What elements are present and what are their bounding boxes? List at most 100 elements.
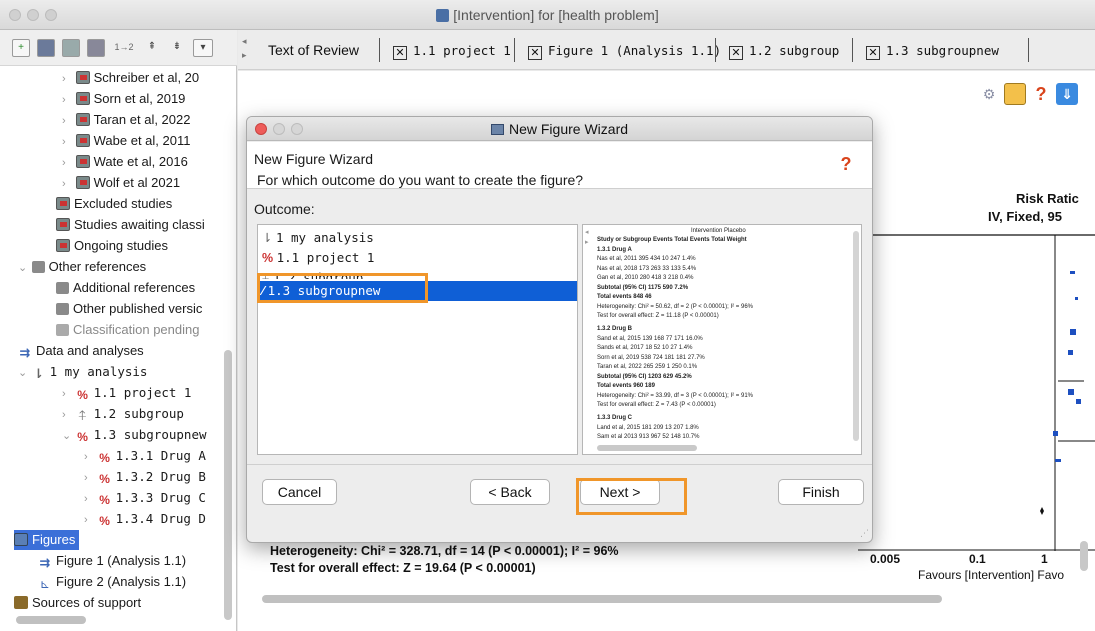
tab-close-icon[interactable]: ✕: [866, 46, 880, 60]
chevron-right-icon[interactable]: ›: [62, 132, 72, 152]
forest-plot-icon: %: [99, 451, 110, 465]
preview-line: 1.3.3 Drug C: [597, 415, 633, 421]
help-icon[interactable]: ?: [1030, 83, 1052, 105]
tree-drug[interactable]: › % 1.3.2 Drug B: [84, 467, 206, 487]
tab-subgroupnew[interactable]: ✕ 1.3 subgroupnew: [866, 42, 999, 60]
tab-close-icon[interactable]: ✕: [729, 46, 743, 60]
tree-study[interactable]: › Taran et al, 2022: [62, 110, 190, 130]
doc-icon[interactable]: [37, 39, 55, 57]
tab-figure-1[interactable]: ✕ Figure 1 (Analysis 1.1): [528, 42, 721, 60]
forest-plot-icon: %: [99, 493, 110, 507]
tree-study[interactable]: › Schreiber et al, 20: [62, 68, 199, 88]
chevron-right-icon[interactable]: ›: [84, 468, 94, 488]
preview-line: Nas et al, 2018 173 263 33 133 5.4%: [597, 265, 697, 272]
tab-text-of-review[interactable]: Text of Review: [268, 42, 359, 58]
finish-button[interactable]: Finish: [778, 479, 864, 505]
tab-close-icon[interactable]: ✕: [528, 46, 542, 60]
move-down-icon[interactable]: ⇟: [168, 39, 186, 57]
tree-label: 1.3.4 Drug D: [115, 511, 206, 526]
tab-subgroup[interactable]: ✕ 1.2 subgroup: [729, 42, 839, 60]
book-icon: [56, 324, 69, 336]
tabs-left-arrow-icon[interactable]: ◂: [242, 36, 247, 47]
tree-classification-pending[interactable]: Classification pending: [56, 320, 199, 340]
tree-data-and-analyses[interactable]: ⇉ Data and analyses: [18, 341, 144, 361]
tab-project-1[interactable]: ✕ 1.1 project 1: [393, 42, 511, 60]
preview-header: Intervention Placebo: [691, 228, 746, 234]
chevron-right-icon[interactable]: ›: [84, 489, 94, 509]
tree-drug[interactable]: › % 1.3.3 Drug C: [84, 488, 206, 508]
tree-study[interactable]: › Wolf et al 2021: [62, 173, 180, 193]
chevron-right-icon[interactable]: ›: [62, 90, 72, 110]
outcome-list[interactable]: ⇂ 1 my analysis % 1.1 project 1 ⍏ 1.2 su…: [257, 224, 578, 455]
tab-divider: [514, 38, 515, 62]
doc-gray-icon[interactable]: [62, 39, 80, 57]
tree-project-1[interactable]: › % 1.1 project 1: [62, 383, 191, 403]
tree-study[interactable]: › Wabe et al, 2011: [62, 131, 190, 151]
resize-grip-icon[interactable]: ⋰: [860, 528, 869, 539]
tree-drug[interactable]: › % 1.3.4 Drug D: [84, 509, 206, 529]
tree-my-analysis[interactable]: ⌄ ⇂ 1 my analysis: [18, 362, 147, 382]
export-icon[interactable]: ⇓: [1056, 83, 1078, 105]
preview-hscrollbar[interactable]: [597, 445, 697, 451]
back-button[interactable]: < Back: [470, 479, 550, 505]
chevron-right-icon[interactable]: ›: [62, 405, 72, 425]
chevron-right-icon[interactable]: ›: [62, 174, 72, 194]
chevron-right-icon[interactable]: ›: [84, 447, 94, 467]
study-icon: [75, 71, 90, 84]
app-icon: [436, 9, 450, 22]
help-icon[interactable]: ?: [838, 154, 854, 176]
tree-hscrollbar[interactable]: [16, 616, 86, 624]
tree-scrollbar[interactable]: [224, 350, 232, 620]
axis-tick: 0.005: [870, 552, 901, 566]
preview-vscrollbar[interactable]: [853, 231, 859, 441]
tree-excluded-studies[interactable]: Excluded studies: [56, 194, 172, 214]
chevron-down-icon[interactable]: ⌄: [18, 363, 28, 383]
move-up-icon[interactable]: ⇞: [143, 39, 161, 57]
tree-study[interactable]: › Wate et al, 2016: [62, 152, 188, 172]
tree-subgroup[interactable]: › ⍏ 1.2 subgroup: [62, 404, 184, 424]
chevron-right-icon[interactable]: ›: [62, 384, 72, 404]
study-marker: [1070, 271, 1075, 274]
figure-vscrollbar[interactable]: [1080, 541, 1088, 571]
note-icon[interactable]: [1004, 83, 1026, 105]
tree-other-published[interactable]: Other published versic: [56, 299, 202, 319]
tab-close-icon[interactable]: ✕: [393, 46, 407, 60]
tree-awaiting-studies[interactable]: Studies awaiting classi: [56, 215, 205, 235]
wrench-icon[interactable]: ⚙: [978, 83, 1000, 105]
preview-line: Study or Subgroup Events Total Events To…: [597, 237, 747, 243]
chevron-right-icon[interactable]: ›: [62, 111, 72, 131]
doc-edit-icon[interactable]: [87, 39, 105, 57]
tree-ongoing-studies[interactable]: Ongoing studies: [56, 236, 168, 256]
tree-other-references[interactable]: ⌄ Other references: [18, 257, 146, 277]
dropdown-icon[interactable]: ▾: [193, 39, 213, 57]
overall-effect-text: Test for overall effect: Z = 19.64 (P < …: [270, 561, 536, 575]
chevron-down-icon[interactable]: ⌄: [18, 258, 28, 278]
tree-figure-2[interactable]: ⊾ Figure 2 (Analysis 1.1): [38, 572, 186, 592]
tree-figures[interactable]: Figures: [14, 530, 80, 550]
preview-scroll-left-icon[interactable]: ◂: [585, 228, 589, 236]
outcome-item[interactable]: ⇂ 1 my analysis: [258, 228, 577, 248]
tabs-right-arrow-icon[interactable]: ▸: [242, 50, 247, 61]
summary-diamond: [1040, 507, 1044, 515]
tree-drug[interactable]: › % 1.3.1 Drug A: [84, 446, 206, 466]
add-study-icon[interactable]: +: [12, 39, 30, 57]
study-marker: [1068, 389, 1074, 395]
sort-icon[interactable]: 1→2: [112, 39, 136, 57]
chevron-right-icon[interactable]: ›: [62, 69, 72, 89]
cancel-button[interactable]: Cancel: [262, 479, 337, 505]
tree-subgroupnew[interactable]: ⌄ % 1.3 subgroupnew: [62, 425, 207, 445]
chevron-right-icon[interactable]: ›: [84, 510, 94, 530]
book-icon: [56, 303, 69, 315]
tree-study[interactable]: › Sorn et al, 2019: [62, 89, 185, 109]
tree-additional-references[interactable]: Additional references: [56, 278, 195, 298]
tree-figure-1[interactable]: ⇉ Figure 1 (Analysis 1.1): [38, 551, 187, 571]
figure-hscrollbar[interactable]: [262, 595, 942, 603]
chevron-down-icon[interactable]: ⌄: [62, 426, 72, 446]
preview-scroll-right-icon[interactable]: ▸: [585, 238, 589, 246]
tree-sources-of-support[interactable]: Sources of support: [14, 593, 141, 613]
outcome-item[interactable]: % 1.1 project 1: [258, 248, 577, 268]
chevron-right-icon[interactable]: ›: [62, 153, 72, 173]
forest-plot-icon: %: [99, 514, 110, 528]
tree-label: 1.3.3 Drug C: [115, 490, 206, 505]
tab-divider: [715, 38, 716, 62]
